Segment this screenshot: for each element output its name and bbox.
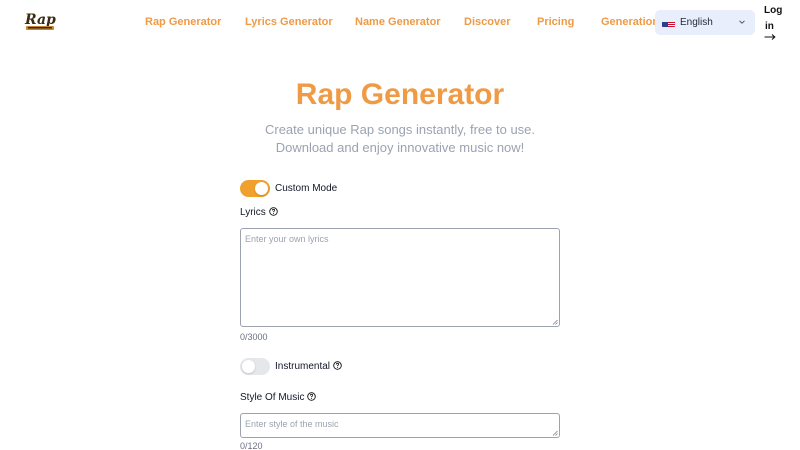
lyrics-input[interactable] — [240, 228, 560, 327]
custom-mode-label: Custom Mode — [275, 183, 338, 194]
instrumental-toggle[interactable] — [240, 358, 270, 375]
instrumental-label-text: Instrumental — [275, 361, 331, 372]
login-link[interactable]: Log in — [764, 3, 790, 35]
toggle-knob — [242, 360, 255, 373]
chevron-down-icon — [739, 20, 745, 24]
nav-pricing[interactable]: Pricing — [537, 16, 574, 28]
style-counter: 0/120 — [240, 441, 263, 450]
lyrics-counter: 0/3000 — [240, 332, 268, 342]
help-icon[interactable] — [333, 361, 342, 370]
svg-text:Rap: Rap — [24, 12, 56, 28]
nav-lyrics-generator[interactable]: Lyrics Generator — [245, 16, 333, 28]
login-label-line1: Log — [764, 5, 783, 16]
rap-logo[interactable]: Rap — [24, 10, 58, 34]
site-header: Rap Rap Generator Lyrics Generator Name … — [0, 0, 800, 46]
lyrics-label: Lyrics — [240, 207, 278, 218]
resize-handle-icon[interactable] — [552, 430, 558, 436]
instrumental-label: Instrumental — [275, 361, 342, 372]
subtitle-line-1: Create unique Rap songs instantly, free … — [264, 122, 536, 137]
page-title: Rap Generator — [295, 78, 505, 111]
nav-rap-generator[interactable]: Rap Generator — [145, 16, 221, 28]
toggle-knob — [255, 182, 268, 195]
subtitle-line-2: Download and enjoy innovative music now! — [275, 140, 525, 155]
resize-handle-icon[interactable] — [552, 319, 558, 325]
help-icon[interactable] — [307, 392, 317, 401]
style-input[interactable] — [240, 413, 560, 438]
nav-generation[interactable]: Generation — [601, 16, 659, 28]
style-label: Style Of Music — [240, 392, 317, 403]
custom-mode-toggle[interactable] — [240, 180, 270, 197]
language-select[interactable]: English — [655, 10, 755, 35]
lyrics-label-text: Lyrics — [240, 207, 266, 218]
help-icon[interactable] — [269, 207, 278, 216]
language-label: English — [680, 17, 713, 28]
nav-name-generator[interactable]: Name Generator — [355, 16, 441, 28]
nav-discover[interactable]: Discover — [464, 16, 510, 28]
style-label-text: Style Of Music — [240, 392, 305, 403]
arrow-right-icon[interactable] — [764, 33, 776, 41]
us-flag-icon — [662, 18, 675, 27]
page-subtitle: Create unique Rap songs instantly, free … — [0, 121, 800, 157]
